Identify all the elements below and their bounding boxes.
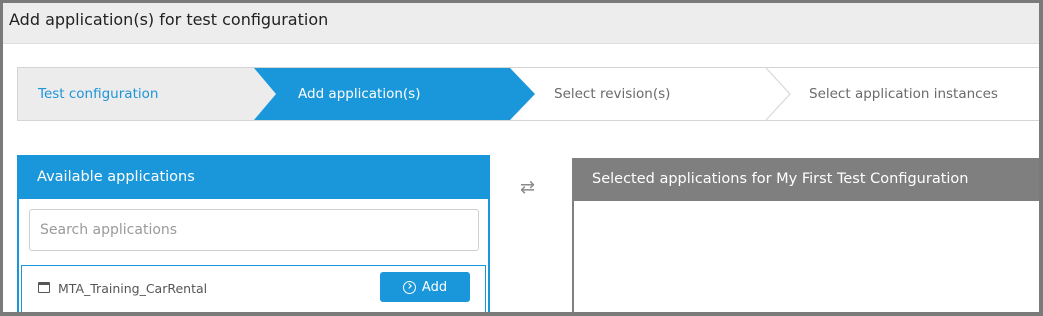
selected-applications-header: Selected applications for My First Test … bbox=[574, 158, 1039, 201]
circle-arrow-right-icon bbox=[402, 280, 416, 294]
dialog-header: Add application(s) for test configuratio… bbox=[3, 3, 1039, 44]
swap-arrows-icon: ⇄ bbox=[520, 177, 536, 198]
wizard-step-label: Add application(s) bbox=[298, 86, 421, 102]
available-applications-header: Available applications bbox=[19, 157, 488, 199]
wizard-step-select-revisions[interactable]: Select revision(s) bbox=[532, 68, 782, 120]
wizard-step-add-applications[interactable]: Add application(s) bbox=[254, 68, 535, 120]
add-application-button[interactable]: Add bbox=[380, 272, 470, 302]
add-button-label: Add bbox=[421, 279, 448, 295]
wizard-steps: Test configuration Add application(s) Se… bbox=[17, 67, 1039, 121]
wizard-step-label: Select application instances bbox=[809, 86, 998, 102]
selected-applications-panel: Selected applications for My First Test … bbox=[572, 158, 1039, 312]
wizard-step-label: Test configuration bbox=[38, 86, 159, 102]
window-icon bbox=[38, 282, 50, 293]
panel-title: Available applications bbox=[37, 169, 195, 185]
application-name: MTA_Training_CarRental bbox=[58, 281, 208, 296]
list-item[interactable]: MTA_Training_CarRental Add bbox=[21, 265, 486, 312]
search-applications-input[interactable] bbox=[29, 209, 479, 251]
panel-title: Selected applications for My First Test … bbox=[592, 171, 969, 187]
dialog-title: Add application(s) for test configuratio… bbox=[9, 10, 329, 29]
available-applications-panel: Available applications MTA_Training_CarR… bbox=[17, 155, 490, 312]
wizard-step-test-configuration[interactable]: Test configuration bbox=[18, 68, 276, 120]
dialog-window: Add application(s) for test configuratio… bbox=[0, 0, 1043, 316]
wizard-step-label: Select revision(s) bbox=[554, 86, 671, 102]
wizard-step-select-application-instances[interactable]: Select application instances bbox=[787, 68, 1039, 120]
